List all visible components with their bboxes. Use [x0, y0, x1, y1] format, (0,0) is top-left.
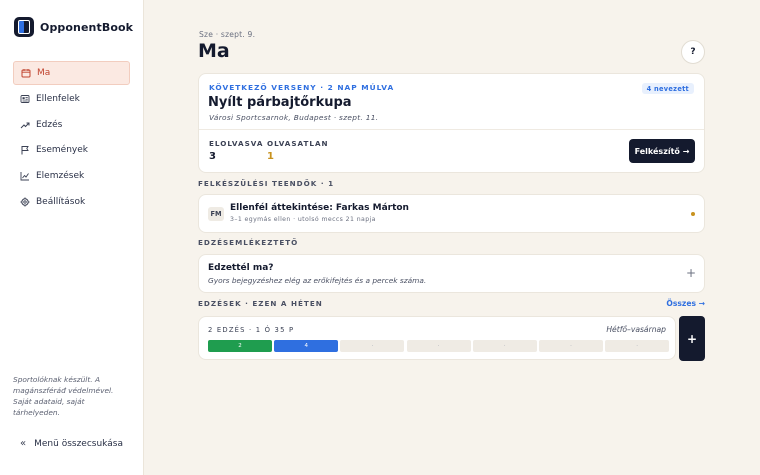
sidebar-item-elemzesek[interactable]: Elemzések	[13, 164, 130, 188]
week-days: 2 4 · · · · ·	[208, 340, 671, 352]
double-chevron-left-icon: «	[20, 438, 27, 449]
competition-location: Városi Sportcsarnok, Budapest · szept. 1…	[209, 113, 379, 122]
card-divider	[199, 129, 704, 130]
collapse-menu-label: Menü összecsukása	[34, 438, 123, 449]
current-date: Sze · szept. 9.	[199, 30, 256, 39]
sidebar-item-edzes[interactable]: Edzés	[13, 113, 130, 137]
week-summary: 2 EDZÉS · 1 Ó 35 P	[208, 326, 295, 334]
privacy-note: Sportolóknak készült. A magánszféráđ véd…	[13, 375, 114, 417]
sidebar-item-label: Ma	[37, 68, 51, 78]
calendar-icon	[21, 68, 31, 78]
sidebar-item-ma[interactable]: Ma	[13, 61, 130, 85]
status-dot	[691, 212, 695, 216]
entries-badge: 4 nevezett	[641, 83, 694, 94]
task-title: Ellenfél áttekintése: Farkas Márton	[230, 203, 409, 213]
all-trainings-link[interactable]: Összes →	[666, 299, 705, 308]
brand[interactable]: OpponentBook	[14, 17, 133, 37]
line-chart-icon	[20, 171, 30, 181]
unread-stat-label: OLVASATLAN	[267, 139, 329, 148]
help-button[interactable]: ?	[681, 40, 705, 64]
sidebar-item-esemenyek[interactable]: Események	[13, 138, 130, 162]
id-card-icon	[20, 94, 30, 104]
day-cell[interactable]: ·	[472, 340, 537, 352]
sidebar-item-label: Elemzések	[36, 171, 85, 182]
reminder-subtitle: Gyors bejegyzéshez elég az erőkifejtés é…	[208, 276, 427, 285]
day-cell[interactable]: 4	[274, 340, 339, 352]
sidebar: OpponentBook Ma Ellenfelek Edzés Esemény…	[0, 0, 144, 475]
gear-icon	[20, 197, 30, 207]
page-title: Ma	[198, 40, 230, 62]
opponent-avatar: FM	[208, 207, 224, 221]
sidebar-item-label: Ellenfelek	[36, 93, 80, 104]
preparation-button[interactable]: Felkészítő →	[629, 139, 695, 163]
competition-kicker: KÖVETKEZŐ VERSENY · 2 NAP MÚLVA	[209, 83, 395, 92]
read-stat-value: 3	[209, 151, 216, 162]
task-subtitle: 3–1 egymás ellen · utolsó meccs 21 napja	[230, 216, 376, 223]
day-cell[interactable]: 2	[208, 340, 272, 352]
competition-name: Nyílt párbajtőrkupa	[208, 95, 352, 110]
reminder-heading: EDZÉSEMLÉKEZTETŐ	[198, 238, 299, 247]
day-cell[interactable]: ·	[605, 340, 670, 352]
week-range: Hétfő–vasárnap	[606, 325, 666, 334]
sidebar-item-label: Edzés	[36, 119, 63, 130]
app-name: OpponentBook	[40, 20, 134, 34]
day-cell[interactable]: ·	[538, 340, 603, 352]
add-training-button[interactable]: +	[679, 316, 705, 361]
sidebar-item-beallitasok[interactable]: Beállítások	[13, 190, 130, 214]
tasks-heading: FELKÉSZÜLÉSI TEENDŐK · 1	[198, 179, 335, 188]
trend-up-icon	[20, 120, 30, 130]
flag-icon	[20, 145, 30, 155]
reminder-title: Edzettél ma?	[208, 263, 274, 273]
sidebar-nav: Ma Ellenfelek Edzés Események Elemzések	[13, 61, 130, 216]
week-card: 2 EDZÉS · 1 Ó 35 P Hétfő–vasárnap 2 4 · …	[198, 316, 676, 360]
sidebar-item-label: Események	[36, 145, 88, 156]
day-cell[interactable]: ·	[340, 340, 405, 352]
plus-icon[interactable]: +	[686, 267, 696, 279]
sidebar-item-label: Beállítások	[36, 196, 86, 207]
sidebar-item-ellenfelek[interactable]: Ellenfelek	[13, 87, 130, 111]
collapse-menu-button[interactable]: « Menü összecsukása	[20, 438, 123, 449]
read-stat-label: ELOLVASVA	[209, 139, 264, 148]
unread-stat-value: 1	[267, 151, 274, 162]
training-reminder-card[interactable]: Edzettél ma? Gyors bejegyzéshez elég az …	[198, 254, 705, 293]
week-heading: EDZÉSEK · EZEN A HÉTEN	[198, 299, 323, 308]
next-competition-card: KÖVETKEZŐ VERSENY · 2 NAP MÚLVA 4 neveze…	[198, 73, 705, 173]
day-cell[interactable]: ·	[406, 340, 471, 352]
app-logo-icon	[14, 17, 34, 37]
task-item[interactable]: FM Ellenfél áttekintése: Farkas Márton 3…	[198, 194, 705, 233]
